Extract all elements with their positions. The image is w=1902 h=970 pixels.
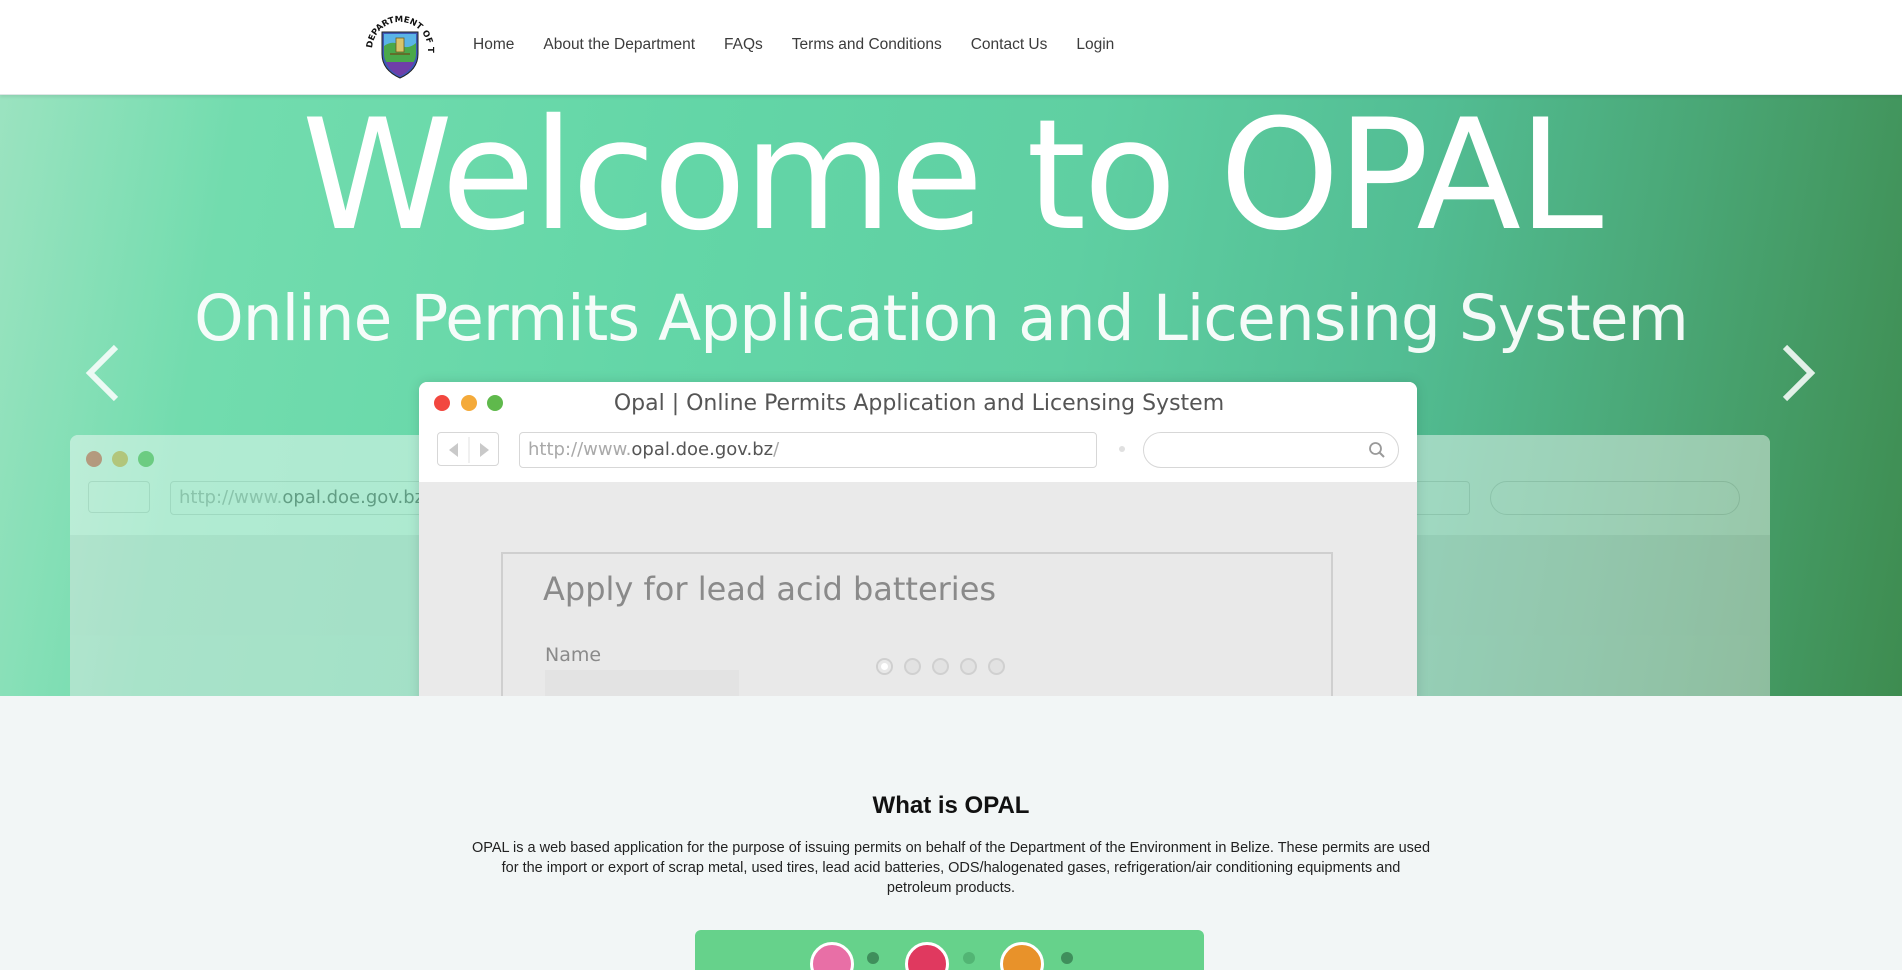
tools-icon: [905, 942, 949, 970]
background-search-field: [1490, 481, 1740, 515]
carousel-indicator-4[interactable]: [960, 658, 977, 675]
document-icon: [810, 942, 854, 970]
section-title: What is OPAL: [872, 792, 1030, 819]
hero-title: Welcome to OPAL: [301, 95, 1604, 265]
department-logo[interactable]: DEPARTMENT OF THE ENVIRONMENT: [358, 3, 438, 86]
carousel-prev-arrow-icon[interactable]: [82, 343, 122, 403]
browser-nav-buttons: [88, 481, 150, 513]
nav-login[interactable]: Login: [1076, 36, 1114, 54]
hero-carousel: Welcome to OPAL Online Permits Applicati…: [0, 95, 1902, 696]
hero-subtitle: Online Permits Application and Licensing…: [194, 282, 1689, 355]
connector-dot-icon: [867, 952, 879, 964]
browser-window-title: Opal | Online Permits Application and Li…: [613, 391, 1225, 416]
features-card: [695, 930, 1204, 970]
section-description: OPAL is a web based application for the …: [471, 840, 1431, 896]
url-field: http://www.opal.doe.gov.bz/: [519, 432, 1097, 468]
carousel-indicator-1[interactable]: [876, 658, 893, 675]
connector-dot-icon: [963, 952, 975, 964]
carousel-indicators: [876, 658, 1005, 675]
search-icon: [1369, 442, 1385, 458]
carousel-indicator-5[interactable]: [988, 658, 1005, 675]
carousel-indicator-2[interactable]: [904, 658, 921, 675]
form-heading: Apply for lead acid batteries: [543, 570, 997, 608]
browser-toolbar: Opal | Online Permits Application and Li…: [419, 382, 1417, 482]
nav-terms[interactable]: Terms and Conditions: [792, 36, 942, 54]
main-nav: Home About the Department FAQs Terms and…: [473, 36, 1143, 54]
nav-home[interactable]: Home: [473, 36, 514, 54]
nav-about-department[interactable]: About the Department: [543, 36, 695, 54]
back-forward-icon: [449, 437, 489, 463]
certificate-icon: [1000, 942, 1044, 970]
front-browser-mockup: Opal | Online Permits Application and Li…: [419, 382, 1417, 696]
minimize-dot-icon: [112, 451, 128, 467]
carousel-indicator-3[interactable]: [932, 658, 949, 675]
close-dot-icon: [86, 451, 102, 467]
maximize-dot-icon: [138, 451, 154, 467]
connector-dot-icon: [1061, 952, 1073, 964]
nav-faqs[interactable]: FAQs: [724, 36, 763, 54]
separator-dot-icon: [1119, 446, 1125, 452]
top-navbar: DEPARTMENT OF THE ENVIRONMENT Home About…: [0, 0, 1902, 95]
browser-nav-buttons: [437, 432, 499, 466]
carousel-next-arrow-icon[interactable]: [1779, 343, 1819, 403]
name-label: Name: [545, 644, 602, 666]
browser-search-field: [1143, 432, 1399, 468]
nav-contact[interactable]: Contact Us: [971, 36, 1048, 54]
name-input-preview: [545, 670, 739, 696]
